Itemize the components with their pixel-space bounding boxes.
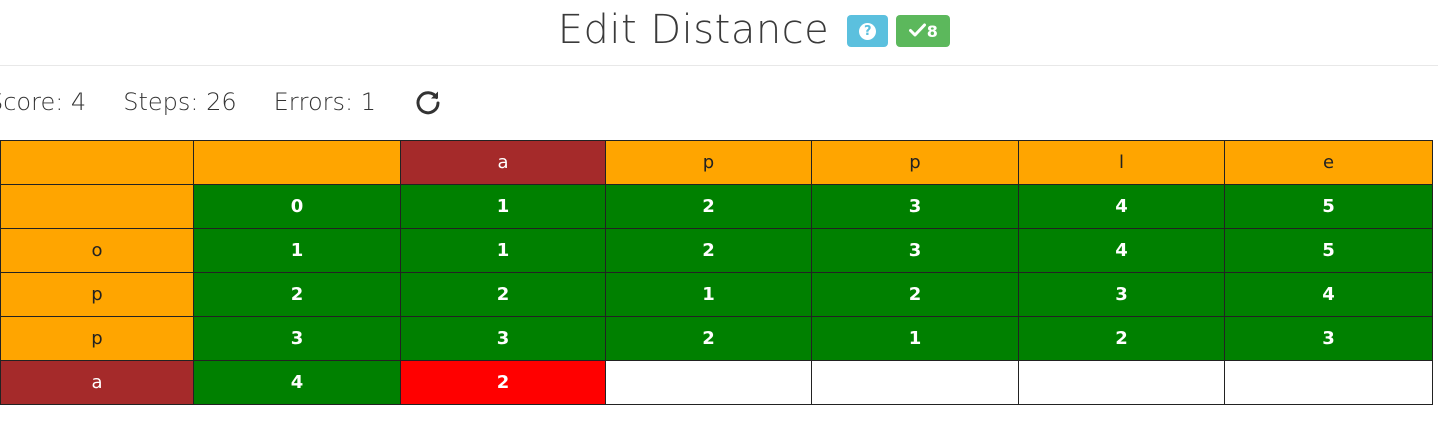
errors-label: Errors: 1 — [273, 88, 377, 116]
grid-cell: 2 — [605, 184, 812, 229]
grid-cell: 2 — [605, 228, 812, 273]
grid-cell: 0 — [193, 184, 401, 229]
grid-cell: 2 — [193, 272, 401, 317]
grid-cell: 3 — [193, 316, 401, 361]
grid-cell: 4 — [1018, 184, 1225, 229]
grid-cell: 3 — [1224, 316, 1433, 361]
left-letter-cell: p — [0, 316, 194, 361]
grid-cell: 5 — [1224, 228, 1433, 273]
check-icon — [908, 22, 926, 41]
steps-label: Steps: 26 — [123, 88, 237, 116]
grid-cell: 3 — [811, 228, 1019, 273]
solved-count: 8 — [926, 21, 938, 41]
score-label: Score: 4 — [0, 88, 87, 116]
header-divider — [0, 65, 1438, 66]
header-row: a p p l e — [0, 140, 1433, 185]
top-letter-cell: p — [811, 140, 1019, 185]
grid-row: o 1 1 2 3 4 5 — [0, 228, 1433, 273]
grid-cell: 5 — [1224, 184, 1433, 229]
question-circle-icon: ? — [859, 22, 877, 40]
empty-prefix-label — [0, 184, 194, 229]
grid-cell: 2 — [605, 316, 812, 361]
grid-cell: 4 — [193, 360, 401, 405]
grid-cell-empty[interactable] — [811, 360, 1019, 405]
edit-distance-grid: a p p l e 0 1 2 3 4 5 o 1 1 2 3 4 5 p 2 … — [0, 140, 1433, 405]
left-letter-cell: p — [0, 272, 194, 317]
grid-cell-error[interactable]: 2 — [400, 360, 606, 405]
grid-cell: 4 — [1224, 272, 1433, 317]
grid-cell: 3 — [811, 184, 1019, 229]
refresh-icon[interactable] — [413, 87, 443, 117]
grid-row: p 3 3 2 1 2 3 — [0, 316, 1433, 361]
grid-cell: 1 — [193, 228, 401, 273]
grid-cell: 2 — [400, 272, 606, 317]
stats-bar: Score: 4 Steps: 26 Errors: 1 — [0, 80, 443, 124]
grid-row: p 2 2 1 2 3 4 — [0, 272, 1433, 317]
help-button[interactable]: ? — [847, 15, 889, 47]
grid-cell: 1 — [811, 316, 1019, 361]
grid-row: a 4 2 — [0, 360, 1433, 405]
page-title: Edit Distance — [557, 7, 830, 53]
grid-row: 0 1 2 3 4 5 — [0, 184, 1433, 229]
title-row: Edit Distance ? 8 — [0, 0, 1438, 60]
empty-prefix-header — [193, 140, 401, 185]
grid-cell: 3 — [400, 316, 606, 361]
grid-cell: 1 — [400, 184, 606, 229]
top-letter-cell: p — [605, 140, 812, 185]
top-letter-cell: l — [1018, 140, 1225, 185]
left-letter-cell: o — [0, 228, 194, 273]
solved-count-badge: 8 — [896, 15, 951, 47]
grid-cell: 2 — [1018, 316, 1225, 361]
grid-cell: 1 — [400, 228, 606, 273]
grid-cell: 3 — [1018, 272, 1225, 317]
corner-cell — [0, 140, 194, 185]
grid-cell-empty[interactable] — [605, 360, 812, 405]
grid-cell: 2 — [811, 272, 1019, 317]
top-letter-cell: a — [400, 140, 606, 185]
grid-cell-empty[interactable] — [1224, 360, 1433, 405]
top-letter-cell: e — [1224, 140, 1433, 185]
grid-cell: 1 — [605, 272, 812, 317]
grid-cell: 4 — [1018, 228, 1225, 273]
grid-cell-empty[interactable] — [1018, 360, 1225, 405]
left-letter-cell: a — [0, 360, 194, 405]
